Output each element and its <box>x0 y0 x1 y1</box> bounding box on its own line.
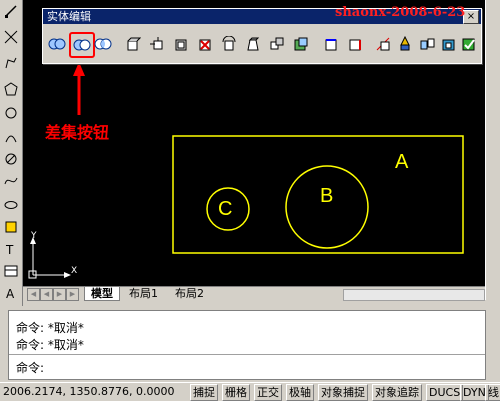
command-divider <box>9 354 485 355</box>
prev-tab-button[interactable]: ◀ <box>40 288 53 301</box>
ucs-y-label: Y <box>30 231 37 241</box>
revcloud-icon[interactable] <box>2 150 19 167</box>
polygon-icon[interactable] <box>2 80 19 97</box>
offset-faces-icon[interactable] <box>171 34 191 54</box>
extrude-faces-icon[interactable] <box>123 34 143 54</box>
ucs-icon <box>28 237 71 279</box>
delete-faces-icon[interactable] <box>195 34 215 54</box>
tab-model[interactable]: 模型 <box>84 287 120 301</box>
check-icon[interactable] <box>459 34 479 54</box>
copy-faces-icon[interactable] <box>267 34 287 54</box>
last-tab-button[interactable]: ▶ <box>66 288 79 301</box>
polyline-icon[interactable] <box>2 54 19 71</box>
tab-layout2[interactable]: 布局2 <box>175 287 204 300</box>
spline-icon[interactable] <box>2 172 19 189</box>
svg-text:A: A <box>6 287 15 300</box>
command-prompt[interactable]: 命令: <box>16 359 44 376</box>
grid-button[interactable]: 栅格 <box>222 384 250 401</box>
osnap-button[interactable]: 对象捕捉 <box>318 384 368 401</box>
imprint-icon[interactable] <box>373 34 393 54</box>
snap-button[interactable]: 捕捉 <box>190 384 218 401</box>
separate-icon[interactable] <box>417 34 437 54</box>
intersect-icon[interactable] <box>93 34 113 54</box>
command-scrollbar[interactable] <box>486 310 500 380</box>
xline-icon[interactable] <box>2 28 19 45</box>
annotation-arrow <box>73 62 85 115</box>
shell-icon[interactable] <box>439 34 459 54</box>
otrack-button[interactable]: 对象追踪 <box>372 384 422 401</box>
command-window[interactable]: 命令: *取消* 命令: *取消* 命令: <box>8 310 486 380</box>
label-a: A <box>395 151 409 173</box>
annotation-label: 差集按钮 <box>45 123 109 142</box>
watermark-text: shaonx-2008-6-23 <box>335 5 466 20</box>
svg-text:T: T <box>5 243 14 256</box>
ucs-x-label: X <box>71 266 77 276</box>
move-faces-icon[interactable] <box>147 34 167 54</box>
ortho-button[interactable]: 正交 <box>254 384 282 401</box>
label-b: B <box>320 185 333 207</box>
toolbar-close-button[interactable]: × <box>463 10 479 24</box>
line-icon[interactable] <box>2 2 19 19</box>
label-c: C <box>218 198 232 220</box>
status-bar: 2006.2174, 1350.8776, 0.0000 捕捉 栅格 正交 极轴… <box>0 382 500 401</box>
tab-layout1[interactable]: 布局1 <box>129 287 158 300</box>
mtext-icon[interactable]: A <box>2 284 19 301</box>
copy-edges-icon[interactable] <box>321 34 341 54</box>
ducs-button[interactable]: DUCS <box>426 384 464 401</box>
point-icon[interactable]: T <box>2 240 19 257</box>
draw-toolbar: T A <box>0 0 23 306</box>
rotate-faces-icon[interactable] <box>219 34 239 54</box>
polar-button[interactable]: 极轴 <box>286 384 314 401</box>
union-icon[interactable] <box>47 34 67 54</box>
first-tab-button[interactable]: ◀ <box>27 288 40 301</box>
layout-tabs-bar: ◀ ◀ ▶ ▶ 模型 布局1 布局2 <box>23 286 485 301</box>
arc-icon[interactable] <box>2 128 19 145</box>
circle-b[interactable] <box>285 165 369 249</box>
vertical-scrollbar[interactable] <box>485 0 500 300</box>
rectangle-a[interactable] <box>172 135 464 254</box>
coordinates-readout: 2006.2174, 1350.8776, 0.0000 <box>3 385 175 398</box>
lineweight-button[interactable]: 线 <box>485 384 500 401</box>
color-faces-icon[interactable] <box>291 34 311 54</box>
next-tab-button[interactable]: ▶ <box>53 288 66 301</box>
insert-block-icon[interactable] <box>2 218 19 235</box>
color-edges-icon[interactable] <box>345 34 365 54</box>
table-icon[interactable] <box>2 262 19 279</box>
horizontal-scrollbar[interactable] <box>343 289 485 301</box>
ellipse-icon[interactable] <box>2 196 19 213</box>
command-history-line: 命令: *取消* <box>16 338 84 352</box>
command-history-line: 命令: *取消* <box>16 321 84 335</box>
subtract-icon[interactable] <box>69 32 95 58</box>
circle-icon[interactable] <box>2 104 19 121</box>
clean-icon[interactable] <box>395 34 415 54</box>
taper-faces-icon[interactable] <box>243 34 263 54</box>
